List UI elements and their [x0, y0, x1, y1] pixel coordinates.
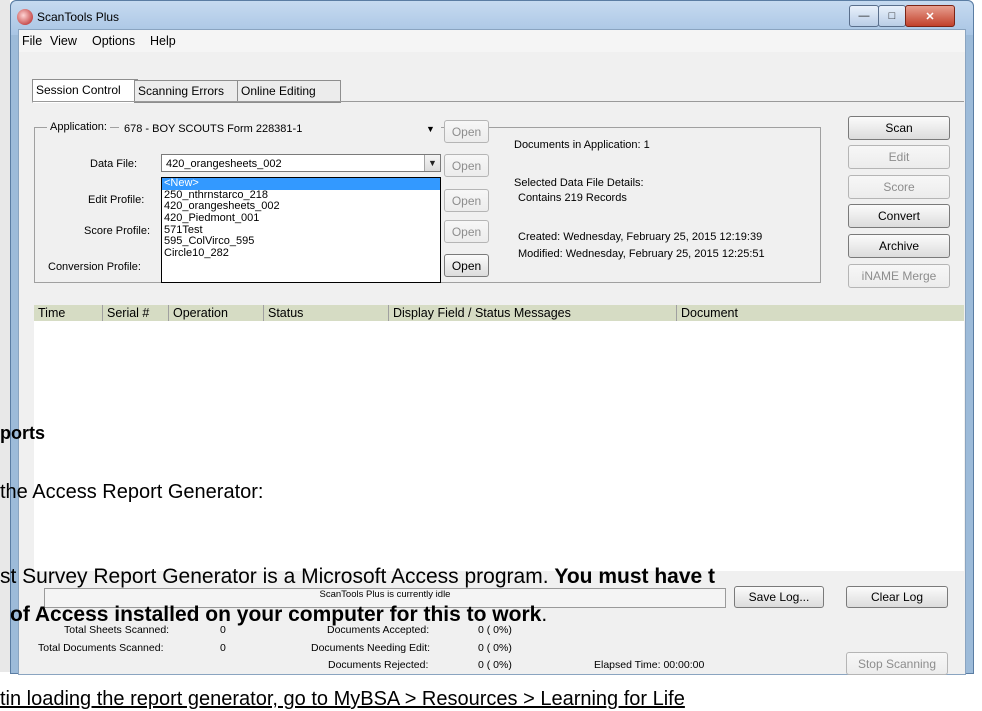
- scan-button[interactable]: Scan: [848, 116, 950, 140]
- menu-view[interactable]: View: [50, 34, 77, 48]
- col-operation[interactable]: Operation: [168, 305, 228, 321]
- overlay-line-1: the Access Report Generator:: [0, 481, 264, 503]
- open-data-file-button[interactable]: Open: [444, 154, 489, 177]
- col-status[interactable]: Status: [263, 305, 303, 321]
- record-count: Contains 219 Records: [518, 192, 627, 204]
- minimize-button[interactable]: —: [849, 5, 879, 27]
- overlay-line-3-text: .: [541, 603, 548, 626]
- application-select[interactable]: 678 - BOY SCOUTS Form 228381-1: [119, 119, 441, 137]
- maximize-button[interactable]: □: [878, 5, 906, 27]
- rejected-label: Documents Rejected:: [328, 659, 429, 671]
- total-docs-label: Total Documents Scanned:: [38, 642, 164, 654]
- menu-help[interactable]: Help: [150, 34, 176, 48]
- data-file-select[interactable]: 420_orangesheets_002: [161, 154, 441, 172]
- dropdown-option[interactable]: Circle10_282: [162, 247, 440, 260]
- tab-online-editing[interactable]: Online Editing: [237, 80, 341, 103]
- col-serial[interactable]: Serial #: [102, 305, 149, 321]
- application-label: Application:: [47, 121, 110, 133]
- documents-in-application: Documents in Application: 1: [514, 139, 650, 151]
- overlay-line-2: st Survey Report Generator is a Microsof…: [0, 565, 715, 589]
- menu-options[interactable]: Options: [92, 34, 135, 48]
- score-button[interactable]: Score: [848, 175, 950, 199]
- overlay-heading: ports: [0, 423, 45, 443]
- dropdown-option[interactable]: [162, 260, 440, 272]
- dropdown-option[interactable]: <New>: [162, 177, 440, 190]
- data-file-dropdown-list: <New> 250_nthrnstarco_218 420_orangeshee…: [161, 177, 441, 283]
- overlay-line-3-bold: of Access installed on your computer for…: [10, 603, 542, 626]
- overlay-line-3: of Access installed on your computer for…: [10, 603, 547, 627]
- total-docs-value: 0: [220, 642, 226, 654]
- overlay-line-4: tin loading the report generator, go to …: [0, 688, 685, 710]
- clear-log-button[interactable]: Clear Log: [846, 586, 948, 608]
- application-dropdown-icon[interactable]: ▼: [426, 124, 435, 134]
- col-display-field[interactable]: Display Field / Status Messages: [388, 305, 571, 321]
- rejected-value: 0 ( 0%): [478, 659, 512, 671]
- data-file-dropdown-icon[interactable]: ▼: [424, 155, 440, 171]
- col-document[interactable]: Document: [676, 305, 738, 321]
- stop-scanning-button[interactable]: Stop Scanning: [846, 652, 948, 675]
- overlay-line-2-text: st Survey Report Generator is a Microsof…: [0, 565, 555, 588]
- elapsed-time: Elapsed Time: 00:00:00: [594, 659, 705, 671]
- selected-file-details-heading: Selected Data File Details:: [514, 177, 644, 189]
- edit-profile-label: Edit Profile:: [88, 194, 145, 206]
- created-timestamp: Created: Wednesday, February 25, 2015 12…: [518, 231, 763, 243]
- open-application-button[interactable]: Open: [444, 120, 489, 143]
- conversion-profile-label: Conversion Profile:: [48, 261, 141, 273]
- modified-timestamp: Modified: Wednesday, February 25, 2015 1…: [518, 248, 765, 260]
- log-table-body[interactable]: [34, 321, 964, 571]
- needing-edit-value: 0 ( 0%): [478, 642, 512, 654]
- col-time[interactable]: Time: [34, 305, 65, 321]
- needing-edit-label: Documents Needing Edit:: [311, 642, 431, 654]
- close-button[interactable]: ✕: [905, 5, 955, 27]
- iname-merge-button[interactable]: iNAME Merge: [848, 264, 950, 288]
- status-idle-text: ScanTools Plus is currently idle: [319, 589, 451, 600]
- convert-button[interactable]: Convert: [848, 204, 950, 228]
- archive-button[interactable]: Archive: [848, 234, 950, 258]
- tab-session-control[interactable]: Session Control: [32, 79, 138, 103]
- save-log-button[interactable]: Save Log...: [734, 586, 824, 608]
- open-edit-profile-button[interactable]: Open: [444, 189, 489, 212]
- app-logo-icon: [17, 9, 33, 25]
- open-score-profile-button[interactable]: Open: [444, 220, 489, 243]
- tab-panel-border: [32, 101, 964, 102]
- application-value: 678 - BOY SCOUTS Form 228381-1: [124, 123, 303, 135]
- tab-scanning-errors[interactable]: Scanning Errors: [134, 80, 242, 103]
- score-profile-label: Score Profile:: [84, 225, 151, 237]
- open-conversion-profile-button[interactable]: Open: [444, 254, 489, 277]
- data-file-value: 420_orangesheets_002: [166, 158, 282, 170]
- overlay-line-2-bold: You must have t: [554, 565, 716, 588]
- window-title: ScanTools Plus: [37, 10, 120, 24]
- menu-file[interactable]: File: [22, 34, 42, 48]
- dropdown-option[interactable]: 420_Piedmont_001: [162, 212, 440, 225]
- data-file-label: Data File:: [90, 158, 138, 170]
- edit-button[interactable]: Edit: [848, 145, 950, 169]
- menu-bar: File View Options Help: [19, 30, 965, 52]
- log-table-header: Time Serial # Operation Status Display F…: [34, 305, 964, 322]
